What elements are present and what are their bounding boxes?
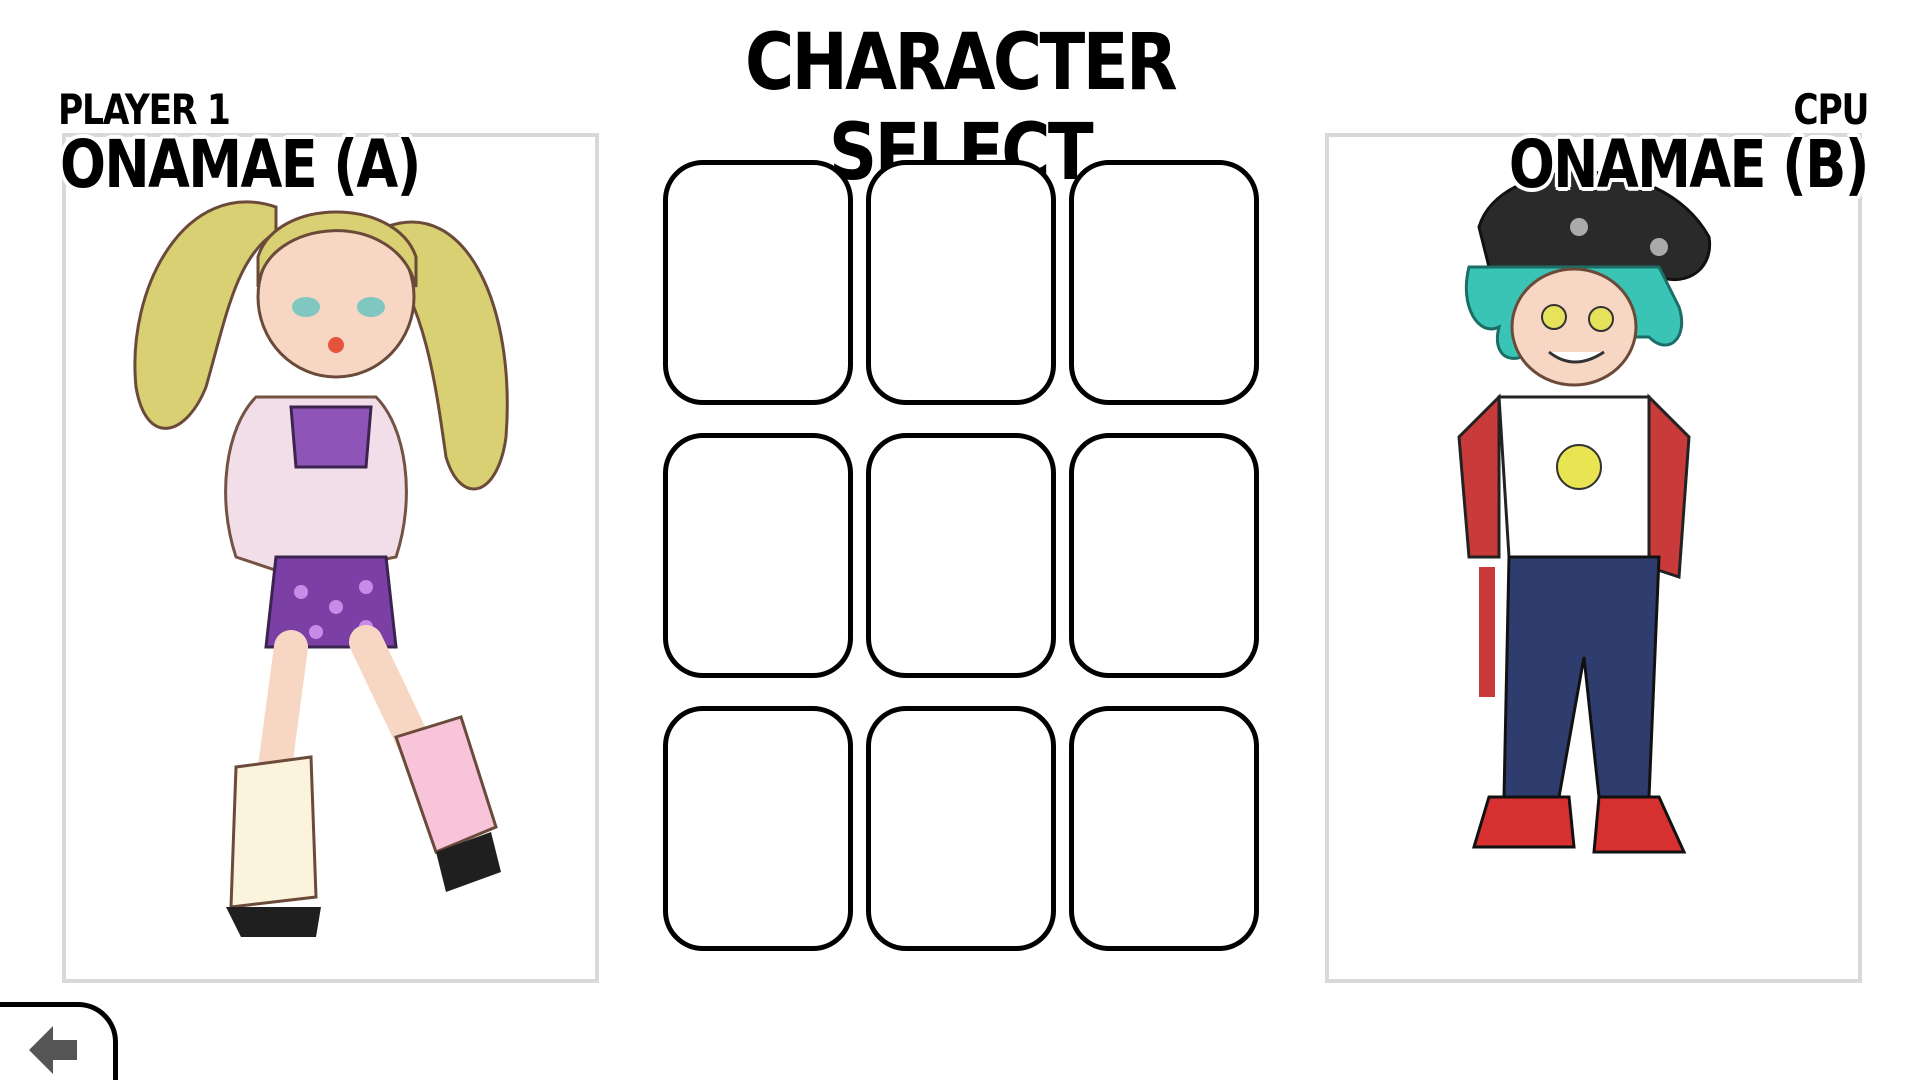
character-slot[interactable]: [866, 706, 1056, 951]
back-button[interactable]: [0, 1002, 118, 1080]
character-slot[interactable]: [866, 160, 1056, 405]
character-portrait-b: [1457, 170, 1712, 854]
character-portrait-a: [133, 200, 509, 937]
player-1-portrait-panel: [62, 133, 599, 983]
arrow-left-icon: [29, 1026, 77, 1074]
character-slot[interactable]: [1069, 160, 1259, 405]
character-slot[interactable]: [663, 160, 853, 405]
character-slot[interactable]: [1069, 433, 1259, 678]
character-slot[interactable]: [866, 433, 1056, 678]
character-slot[interactable]: [663, 706, 853, 951]
character-select-screen: CHARACTER SELECT PLAYER 1 ONAMAE (A) CPU…: [0, 0, 1920, 1080]
player-1-character-name: ONAMAE (A): [60, 126, 421, 203]
character-slot[interactable]: [1069, 706, 1259, 951]
character-slot[interactable]: [663, 433, 853, 678]
cpu-portrait-panel: [1325, 133, 1862, 983]
character-roster-grid: [663, 160, 1263, 960]
cpu-character-name: ONAMAE (B): [1508, 126, 1870, 203]
